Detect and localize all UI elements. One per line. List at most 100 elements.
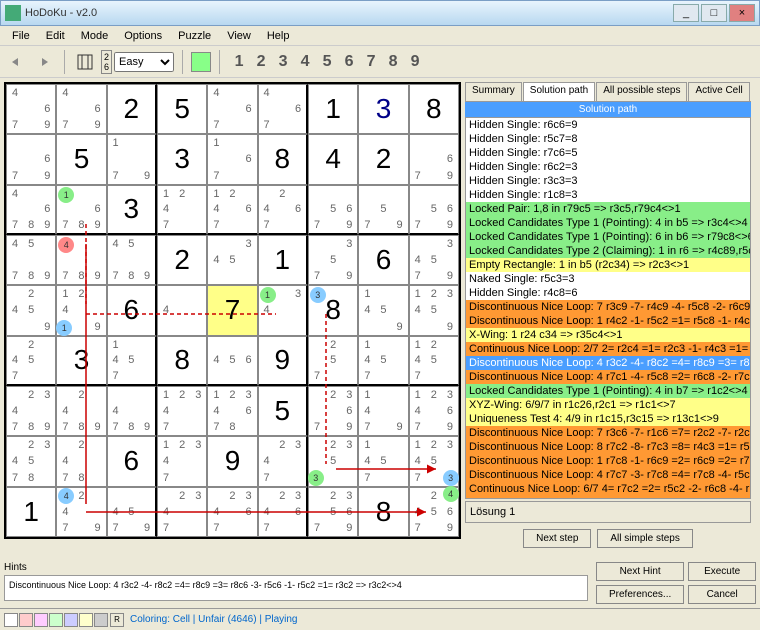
tab-summary[interactable]: Summary: [465, 82, 522, 101]
cell-r4c8[interactable]: 6: [358, 235, 408, 285]
solution-step[interactable]: Hidden Single: r6c2=3: [466, 160, 750, 174]
cell-r9c7[interactable]: 235679: [308, 487, 358, 537]
close-button[interactable]: ×: [729, 4, 755, 22]
cell-r7c1[interactable]: 234789: [6, 386, 56, 436]
color-swatch[interactable]: [19, 613, 33, 627]
cell-r2c7[interactable]: 4: [308, 134, 358, 184]
cell-r7c7[interactable]: 23679: [308, 386, 358, 436]
cell-r7c3[interactable]: 4789: [107, 386, 157, 436]
solution-step[interactable]: Hidden Single: r1c8=3: [466, 188, 750, 202]
color-swatch[interactable]: [34, 613, 48, 627]
redo-button[interactable]: [32, 50, 56, 74]
cell-r2c6[interactable]: 8: [258, 134, 308, 184]
solution-step[interactable]: Discontinuous Nice Loop: 7 r3c6 -7- r1c6…: [466, 426, 750, 440]
solution-step[interactable]: Continuous Nice Loop: 2/7 2= r2c4 =1= r2…: [466, 342, 750, 356]
cell-r3c9[interactable]: 5679: [409, 185, 459, 235]
menu-edit[interactable]: Edit: [38, 28, 73, 43]
next-step-button[interactable]: Next step: [523, 529, 591, 548]
r-swatch[interactable]: R: [110, 613, 124, 627]
tab-active-cell[interactable]: Active Cell: [688, 82, 749, 101]
menu-options[interactable]: Options: [116, 28, 170, 43]
menu-help[interactable]: Help: [259, 28, 298, 43]
solution-step[interactable]: Discontinuous Nice Loop: 8 r7c2 -8- r7c3…: [466, 440, 750, 454]
menu-file[interactable]: File: [4, 28, 38, 43]
solution-step[interactable]: Discontinuous Nice Loop: 1 r7c8 -1- r6c9…: [466, 454, 750, 468]
difficulty-selector[interactable]: 26 Easy: [101, 50, 174, 74]
next-hint-button[interactable]: Next Hint: [596, 562, 684, 581]
cell-r6c1[interactable]: 2457: [6, 336, 56, 386]
cell-r7c6[interactable]: 5: [258, 386, 308, 436]
solution-step[interactable]: Hidden Single: r3c3=3: [466, 174, 750, 188]
color-swatch[interactable]: [79, 613, 93, 627]
losung-tab[interactable]: Lösung 1: [465, 501, 751, 523]
cell-r4c3[interactable]: 45789: [107, 235, 157, 285]
cancel-button[interactable]: Cancel: [688, 585, 756, 604]
cell-r2c8[interactable]: 2: [358, 134, 408, 184]
cell-r1c5[interactable]: 467: [207, 84, 257, 134]
color-indicator[interactable]: [191, 52, 211, 72]
solution-step[interactable]: Discontinuous Nice Loop: 4 r7c1 -4- r5c8…: [466, 370, 750, 384]
solution-step[interactable]: Locked Candidates Type 1 (Pointing): 6 i…: [466, 230, 750, 244]
number-button-7[interactable]: 7: [360, 50, 382, 74]
cell-r7c4[interactable]: 12347: [157, 386, 207, 436]
number-button-1[interactable]: 1: [228, 50, 250, 74]
cell-r3c8[interactable]: 579: [358, 185, 408, 235]
menu-mode[interactable]: Mode: [73, 28, 117, 43]
solution-step[interactable]: Continuous Nice Loop: 6/7 4= r7c2 =2= r5…: [466, 482, 750, 496]
cell-r6c4[interactable]: 8: [157, 336, 207, 386]
cell-r5c1[interactable]: 2459: [6, 285, 56, 335]
number-button-9[interactable]: 9: [404, 50, 426, 74]
cell-r3c1[interactable]: 46789: [6, 185, 56, 235]
cell-r8c4[interactable]: 12347: [157, 436, 207, 486]
solution-step[interactable]: Naked Single: r5c3=3: [466, 272, 750, 286]
cell-r9c1[interactable]: 1: [6, 487, 56, 537]
cell-r7c5[interactable]: 1234678: [207, 386, 257, 436]
cell-r3c4[interactable]: 1247: [157, 185, 207, 235]
cell-r7c8[interactable]: 1479: [358, 386, 408, 436]
tab-all-steps[interactable]: All possible steps: [596, 82, 687, 101]
solution-step[interactable]: Hidden Single: r4c8=6: [466, 286, 750, 300]
solution-step[interactable]: Hidden Single: r5c7=8: [466, 132, 750, 146]
cell-r7c2[interactable]: 24789: [56, 386, 106, 436]
number-button-3[interactable]: 3: [272, 50, 294, 74]
cell-r5c4[interactable]: 4: [157, 285, 207, 335]
color-swatch[interactable]: [64, 613, 78, 627]
grid-icon[interactable]: [73, 50, 97, 74]
cell-r6c6[interactable]: 9: [258, 336, 308, 386]
cell-r1c9[interactable]: 8: [409, 84, 459, 134]
cell-r3c7[interactable]: 5679: [308, 185, 358, 235]
cell-r6c2[interactable]: 3: [56, 336, 106, 386]
number-button-4[interactable]: 4: [294, 50, 316, 74]
solution-step[interactable]: Locked Candidates Type 1 (Pointing): 4 i…: [466, 384, 750, 398]
cell-r4c1[interactable]: 45789: [6, 235, 56, 285]
menu-puzzle[interactable]: Puzzle: [170, 28, 219, 43]
cell-r6c5[interactable]: 456: [207, 336, 257, 386]
solution-step[interactable]: Discontinuous Nice Loop: 6 r8c6 -6- r8c7…: [466, 496, 750, 499]
solution-step[interactable]: Discontinuous Nice Loop: 7 r3c9 -7- r4c9…: [466, 300, 750, 314]
cell-r4c6[interactable]: 1: [258, 235, 308, 285]
undo-button[interactable]: [4, 50, 28, 74]
solution-steps-list[interactable]: Hidden Single: r6c6=9Hidden Single: r5c7…: [465, 117, 751, 499]
cell-r1c4[interactable]: 5: [157, 84, 207, 134]
solution-step[interactable]: Hidden Single: r6c6=9: [466, 118, 750, 132]
cell-r9c6[interactable]: 23467: [258, 487, 308, 537]
cell-r4c7[interactable]: 3579: [308, 235, 358, 285]
solution-step[interactable]: Discontinuous Nice Loop: 1 r4c2 -1- r5c2…: [466, 314, 750, 328]
cell-r5c8[interactable]: 1459: [358, 285, 408, 335]
solution-step[interactable]: Discontinuous Nice Loop: 4 r7c7 -3- r7c8…: [466, 468, 750, 482]
cell-r5c3[interactable]: 6: [107, 285, 157, 335]
cell-r8c1[interactable]: 234578: [6, 436, 56, 486]
solution-step[interactable]: Discontinuous Nice Loop: 4 r3c2 -4- r8c2…: [466, 356, 750, 370]
minimize-button[interactable]: _: [673, 4, 699, 22]
cell-r2c2[interactable]: 5: [56, 134, 106, 184]
sudoku-grid[interactable]: 4679467925467467138679517931678426794678…: [4, 82, 461, 539]
solution-step[interactable]: Locked Candidates Type 1 (Pointing): 4 i…: [466, 216, 750, 230]
cell-r9c4[interactable]: 2347: [157, 487, 207, 537]
cell-r4c4[interactable]: 2: [157, 235, 207, 285]
cell-r1c2[interactable]: 4679: [56, 84, 106, 134]
color-swatch[interactable]: [94, 613, 108, 627]
number-button-6[interactable]: 6: [338, 50, 360, 74]
number-button-2[interactable]: 2: [250, 50, 272, 74]
cell-r3c6[interactable]: 2467: [258, 185, 308, 235]
tab-solution-path[interactable]: Solution path: [523, 82, 595, 101]
